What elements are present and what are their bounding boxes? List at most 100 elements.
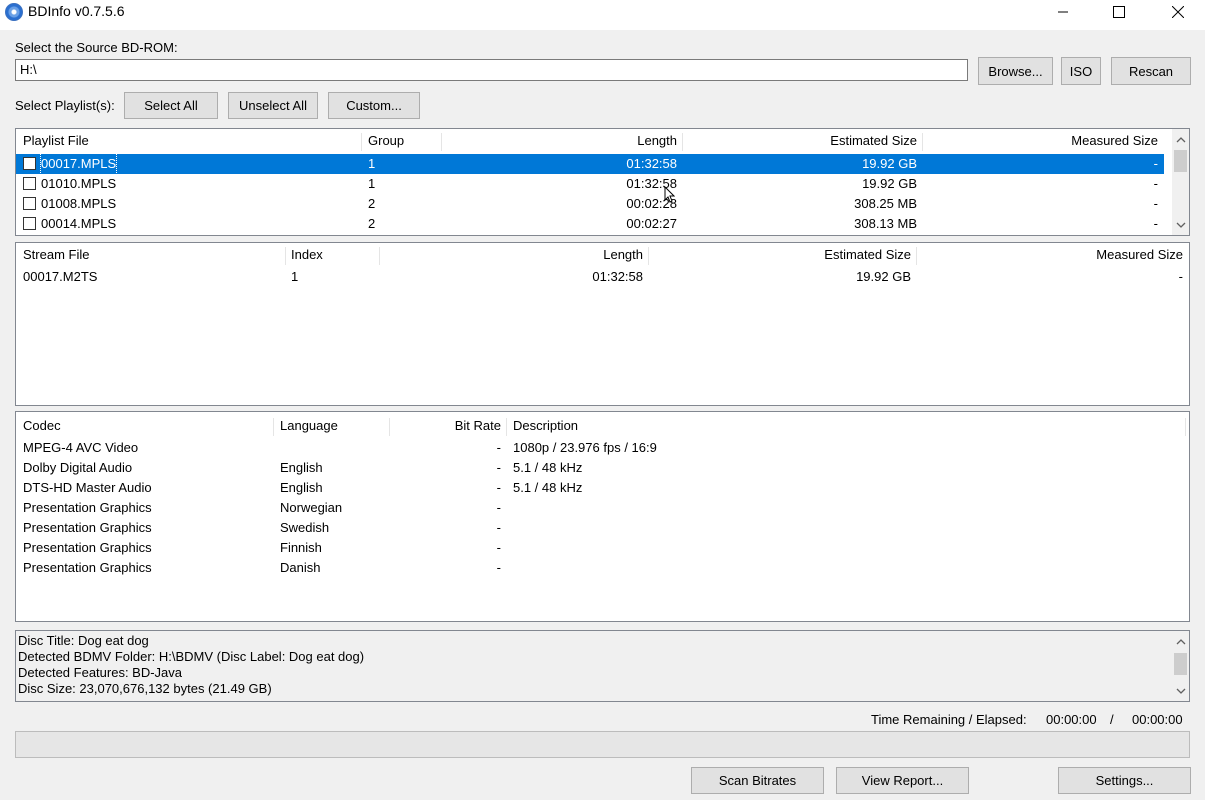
playlist-length: 00:02:27: [626, 216, 677, 231]
playlist-scrollbar[interactable]: [1172, 129, 1189, 235]
playlist-file: 00014.MPLS: [41, 216, 117, 231]
unselect-all-button[interactable]: Unselect All: [228, 92, 318, 119]
header-group[interactable]: Group: [368, 129, 404, 153]
source-path-input[interactable]: H:\: [15, 59, 968, 81]
playlist-group: 1: [368, 176, 376, 191]
playlist-checkbox[interactable]: [23, 157, 36, 170]
header-length[interactable]: Length: [446, 129, 677, 153]
table-row[interactable]: MPEG-4 AVC Video - 1080p / 23.976 fps / …: [16, 438, 1189, 458]
header-playlist-file[interactable]: Playlist File: [23, 129, 89, 153]
codec-bit-rate: -: [496, 560, 501, 575]
header-estimated-size[interactable]: Estimated Size: [686, 129, 917, 153]
scroll-thumb[interactable]: [1174, 653, 1187, 675]
select-playlists-label: Select Playlist(s):: [15, 98, 115, 113]
scroll-down-icon[interactable]: [1172, 216, 1189, 233]
scroll-down-icon[interactable]: [1172, 682, 1189, 699]
playlist-checkbox[interactable]: [23, 177, 36, 190]
select-all-button[interactable]: Select All: [124, 92, 218, 119]
header-stream-file[interactable]: Stream File: [23, 243, 89, 267]
header-length[interactable]: Length: [384, 243, 643, 267]
iso-button[interactable]: ISO: [1061, 57, 1101, 85]
codec-language: Norwegian: [280, 500, 343, 515]
playlist-estimated-size: 308.25 MB: [854, 196, 917, 211]
codec-bit-rate: -: [496, 460, 501, 475]
header-measured-size[interactable]: Measured Size: [926, 129, 1158, 153]
disc-info-line: Disc Size: 23,070,676,132 bytes (21.49 G…: [18, 681, 272, 696]
view-report-button[interactable]: View Report...: [836, 767, 969, 794]
codec-language: Finnish: [280, 540, 322, 555]
playlist-estimated-size: 19.92 GB: [862, 156, 917, 171]
table-row[interactable]: Dolby Digital Audio English - 5.1 / 48 k…: [16, 458, 1189, 478]
custom-button[interactable]: Custom...: [328, 92, 420, 119]
header-measured-size[interactable]: Measured Size: [920, 243, 1183, 267]
mouse-cursor-icon: [664, 186, 675, 203]
table-row[interactable]: Presentation Graphics Danish -: [16, 558, 1189, 578]
rescan-button[interactable]: Rescan: [1111, 57, 1191, 85]
playlist-measured-size: -: [1153, 156, 1158, 171]
maximize-button[interactable]: [1096, 0, 1142, 24]
disc-info-line: Detected BDMV Folder: H:\BDMV (Disc Labe…: [18, 649, 365, 664]
settings-button[interactable]: Settings...: [1058, 767, 1191, 794]
stream-measured-size: -: [1178, 269, 1183, 284]
scroll-thumb[interactable]: [1174, 150, 1187, 172]
scroll-up-icon[interactable]: [1172, 131, 1189, 148]
codec-language: Swedish: [280, 520, 330, 535]
codec-bit-rate: -: [496, 480, 501, 495]
playlist-file: 01008.MPLS: [41, 196, 117, 211]
codec-name: Presentation Graphics: [23, 540, 152, 555]
table-row[interactable]: Presentation Graphics Swedish -: [16, 518, 1189, 538]
disc-info-scrollbar[interactable]: [1172, 631, 1189, 701]
minimize-button[interactable]: [1040, 0, 1086, 24]
window-title: BDInfo v0.7.5.6: [28, 3, 125, 19]
table-row[interactable]: Presentation Graphics Finnish -: [16, 538, 1189, 558]
time-elapsed-value: 00:00:00: [1132, 712, 1183, 727]
disc-icon: [5, 3, 23, 21]
table-row[interactable]: 01010.MPLS 1 01:32:58 19.92 GB -: [16, 174, 1164, 194]
header-bit-rate[interactable]: Bit Rate: [394, 414, 501, 438]
codec-description: 1080p / 23.976 fps / 16:9: [513, 440, 657, 455]
scan-bitrates-button[interactable]: Scan Bitrates: [691, 767, 824, 794]
playlist-checkbox[interactable]: [23, 217, 36, 230]
codec-description: 5.1 / 48 kHz: [513, 460, 583, 475]
codec-name: Presentation Graphics: [23, 520, 152, 535]
playlist-group: 2: [368, 196, 376, 211]
stream-table: Stream File Index Length Estimated Size …: [15, 242, 1190, 406]
scan-progress-bar: [15, 731, 1190, 758]
disc-info-line: Disc Title: Dog eat dog: [18, 633, 149, 648]
table-row[interactable]: 01008.MPLS 2 00:02:28 308.25 MB -: [16, 194, 1164, 214]
playlist-checkbox[interactable]: [23, 197, 36, 210]
header-index[interactable]: Index: [291, 243, 323, 267]
stream-length: 01:32:58: [592, 269, 643, 284]
table-row[interactable]: 00017.M2TS 1 01:32:58 19.92 GB -: [16, 267, 1189, 287]
codec-table: Codec Language Bit Rate Description MPEG…: [15, 411, 1190, 622]
codec-language: Danish: [280, 560, 321, 575]
browse-button[interactable]: Browse...: [978, 57, 1053, 85]
codec-name: Presentation Graphics: [23, 560, 152, 575]
table-row[interactable]: 00014.MPLS 2 00:02:27 308.13 MB -: [16, 214, 1164, 234]
playlist-measured-size: -: [1153, 196, 1158, 211]
stream-estimated-size: 19.92 GB: [856, 269, 911, 284]
playlist-length: 01:32:58: [626, 156, 677, 171]
playlist-group: 2: [368, 216, 376, 231]
codec-bit-rate: -: [496, 440, 501, 455]
header-language[interactable]: Language: [280, 414, 338, 438]
stream-index: 1: [291, 269, 299, 284]
codec-language: English: [280, 480, 323, 495]
header-estimated-size[interactable]: Estimated Size: [652, 243, 911, 267]
maximize-icon: [1113, 6, 1125, 18]
codec-language: English: [280, 460, 323, 475]
header-codec[interactable]: Codec: [23, 414, 61, 438]
codec-name: Presentation Graphics: [23, 500, 152, 515]
playlist-file: 01010.MPLS: [41, 176, 117, 191]
close-button[interactable]: [1155, 0, 1201, 24]
disc-info-textbox[interactable]: Disc Title: Dog eat dog Detected BDMV Fo…: [15, 630, 1190, 702]
scroll-up-icon[interactable]: [1172, 633, 1189, 650]
table-row[interactable]: 00017.MPLS 1 01:32:58 19.92 GB -: [16, 153, 1164, 175]
playlist-measured-size: -: [1153, 176, 1158, 191]
close-icon: [1172, 6, 1184, 18]
codec-bit-rate: -: [496, 540, 501, 555]
table-row[interactable]: DTS-HD Master Audio English - 5.1 / 48 k…: [16, 478, 1189, 498]
table-row[interactable]: Presentation Graphics Norwegian -: [16, 498, 1189, 518]
header-description[interactable]: Description: [513, 414, 578, 438]
title-bar: [0, 0, 1205, 30]
